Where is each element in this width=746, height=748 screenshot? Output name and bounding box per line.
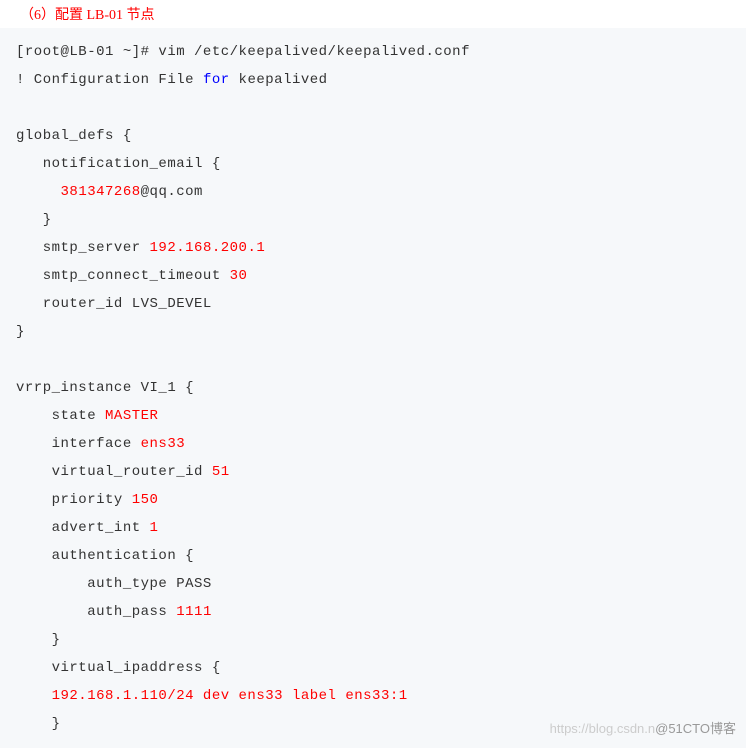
section-header: （6）配置 LB-01 节点 <box>0 0 746 28</box>
code-line: state MASTER <box>16 402 730 430</box>
keyword-for: for <box>203 72 230 88</box>
code-line: virtual_router_id 51 <box>16 458 730 486</box>
text <box>16 184 61 200</box>
text: auth_pass <box>16 604 176 620</box>
text: state <box>16 408 105 424</box>
code-line: } <box>16 626 730 654</box>
code-line: } <box>16 318 730 346</box>
code-line: smtp_server 192.168.200.1 <box>16 234 730 262</box>
email-number: 381347268 <box>61 184 141 200</box>
number: 51 <box>212 464 230 480</box>
text: smtp_connect_timeout <box>16 268 230 284</box>
blank-line <box>16 346 730 374</box>
text: ! Configuration File <box>16 72 203 88</box>
watermark: https://blog.csdn.n@51CTO博客 <box>550 716 736 742</box>
value-interface: ens33 <box>141 436 186 452</box>
code-line: } <box>16 206 730 234</box>
number: 1 <box>150 520 159 536</box>
watermark-faded: https://blog.csdn.n <box>550 721 656 736</box>
code-line: notification_email { <box>16 150 730 178</box>
text: smtp_server <box>16 240 150 256</box>
number: 30 <box>230 268 248 284</box>
text: interface <box>16 436 141 452</box>
code-line: global_defs { <box>16 122 730 150</box>
code-line: [root@LB-01 ~]# vim /etc/keepalived/keep… <box>16 38 730 66</box>
text: @qq.com <box>141 184 203 200</box>
value-master: MASTER <box>105 408 158 424</box>
code-line: ! Configuration File for keepalived <box>16 66 730 94</box>
code-line-highlight: 192.168.1.110/24 dev ens33 label ens33:1 <box>16 682 730 710</box>
code-line: auth_type PASS <box>16 570 730 598</box>
code-line: 381347268@qq.com <box>16 178 730 206</box>
code-line: advert_int 1 <box>16 514 730 542</box>
blank-line <box>16 94 730 122</box>
watermark-dark: @51CTO博客 <box>655 721 736 736</box>
text: keepalived <box>230 72 328 88</box>
code-line: smtp_connect_timeout 30 <box>16 262 730 290</box>
code-line: vrrp_instance VI_1 { <box>16 374 730 402</box>
number: 150 <box>132 492 159 508</box>
number: 1111 <box>176 604 212 620</box>
code-line: auth_pass 1111 <box>16 598 730 626</box>
code-line: authentication { <box>16 542 730 570</box>
code-line: virtual_ipaddress { <box>16 654 730 682</box>
code-line: router_id LVS_DEVEL <box>16 290 730 318</box>
text: advert_int <box>16 520 150 536</box>
text: virtual_router_id <box>16 464 212 480</box>
text: priority <box>16 492 132 508</box>
code-line: priority 150 <box>16 486 730 514</box>
code-line: interface ens33 <box>16 430 730 458</box>
code-block: [root@LB-01 ~]# vim /etc/keepalived/keep… <box>0 28 746 748</box>
ip-address: 192.168.200.1 <box>150 240 266 256</box>
